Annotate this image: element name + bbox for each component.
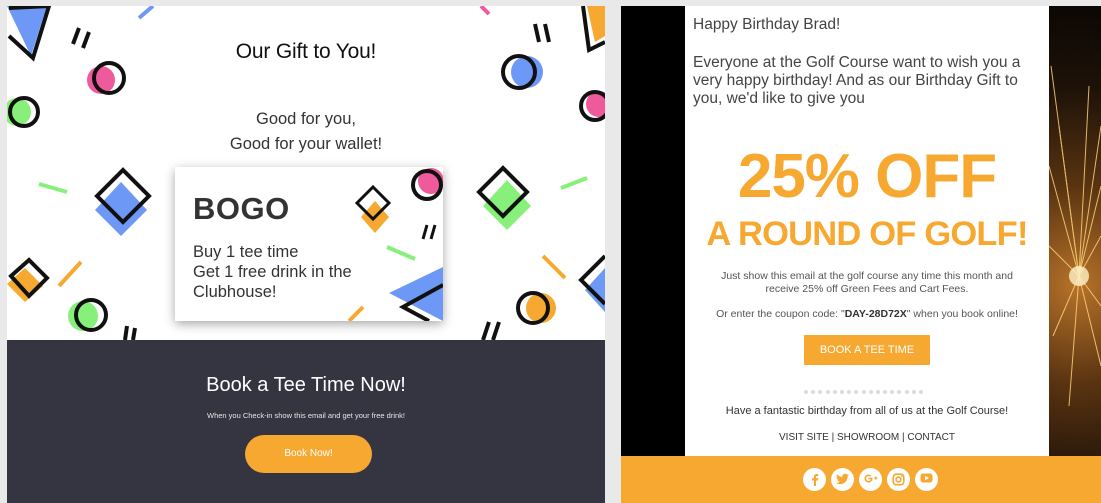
- check-in-note: When you Check-in show this email and ge…: [206, 411, 405, 420]
- coupon-code: DAY-28D72X: [844, 308, 907, 320]
- offer-subtitle: A ROUND OF GOLF!: [706, 215, 1028, 253]
- book-tee-time-section: Book a Tee Time Now! When you Check-in s…: [7, 340, 605, 503]
- contact-link[interactable]: CONTACT: [907, 432, 955, 443]
- book-now-button[interactable]: Book Now!: [245, 435, 372, 473]
- coupon-line: Or enter the coupon code: "DAY-28D72X" w…: [685, 308, 1049, 320]
- dotted-divider: [804, 381, 930, 394]
- bogo-card: BOGO Buy 1 tee time Get 1 free drink in …: [175, 167, 443, 321]
- bogo-heading: BOGO: [193, 191, 290, 226]
- footer-links: VISIT SITE | SHOWROOM | CONTACT: [685, 432, 1049, 443]
- closing-message: Have a fantastic birthday from all of us…: [725, 405, 1009, 417]
- bogo-line: Buy 1 tee time: [193, 243, 299, 261]
- coupon-prefix: Or enter the coupon code: ": [716, 308, 845, 320]
- birthday-email: Happy Birthday Brad! Everyone at the Gol…: [621, 6, 1101, 503]
- gift-subtitle: Good for you, Good for your wallet!: [7, 107, 605, 157]
- instagram-icon[interactable]: [887, 468, 910, 491]
- twitter-icon[interactable]: [831, 468, 854, 491]
- bogo-email: Our Gift to You! Good for you, Good for …: [7, 6, 605, 503]
- dark-background-strip: [621, 6, 685, 456]
- birthday-greeting: Happy Birthday Brad!: [693, 16, 841, 33]
- bogo-line: Get 1 free drink in the: [193, 263, 352, 281]
- sparkler-image: [1049, 65, 1101, 407]
- visit-site-link[interactable]: VISIT SITE: [779, 432, 829, 443]
- book-tee-time-button[interactable]: BOOK A TEE TIME: [804, 335, 930, 365]
- offer-terms: Just show this email at the golf course …: [721, 270, 1013, 295]
- link-separator: |: [828, 432, 838, 443]
- showroom-link[interactable]: SHOWROOM: [837, 432, 899, 443]
- youtube-icon[interactable]: [915, 468, 938, 491]
- birthday-intro: Everyone at the Golf Course want to wish…: [693, 54, 1021, 107]
- bogo-line: Clubhouse!: [193, 283, 277, 301]
- birthday-content: Happy Birthday Brad! Everyone at the Gol…: [685, 6, 1049, 456]
- coupon-suffix: " when you book online!: [906, 308, 1018, 320]
- google-plus-icon[interactable]: [859, 468, 882, 491]
- book-tee-time-heading: Book a Tee Time Now!: [206, 374, 406, 396]
- offer-percent: 25% OFF: [737, 142, 997, 211]
- gift-title: Our Gift to You!: [235, 40, 377, 63]
- facebook-icon[interactable]: [803, 468, 826, 491]
- subtitle-line: Good for you,: [256, 110, 356, 128]
- subtitle-line: Good for your wallet!: [229, 135, 383, 153]
- bogo-description: Buy 1 tee time Get 1 free drink in the C…: [193, 242, 352, 302]
- social-footer: [621, 456, 1101, 503]
- sparkler-background: [1049, 6, 1101, 456]
